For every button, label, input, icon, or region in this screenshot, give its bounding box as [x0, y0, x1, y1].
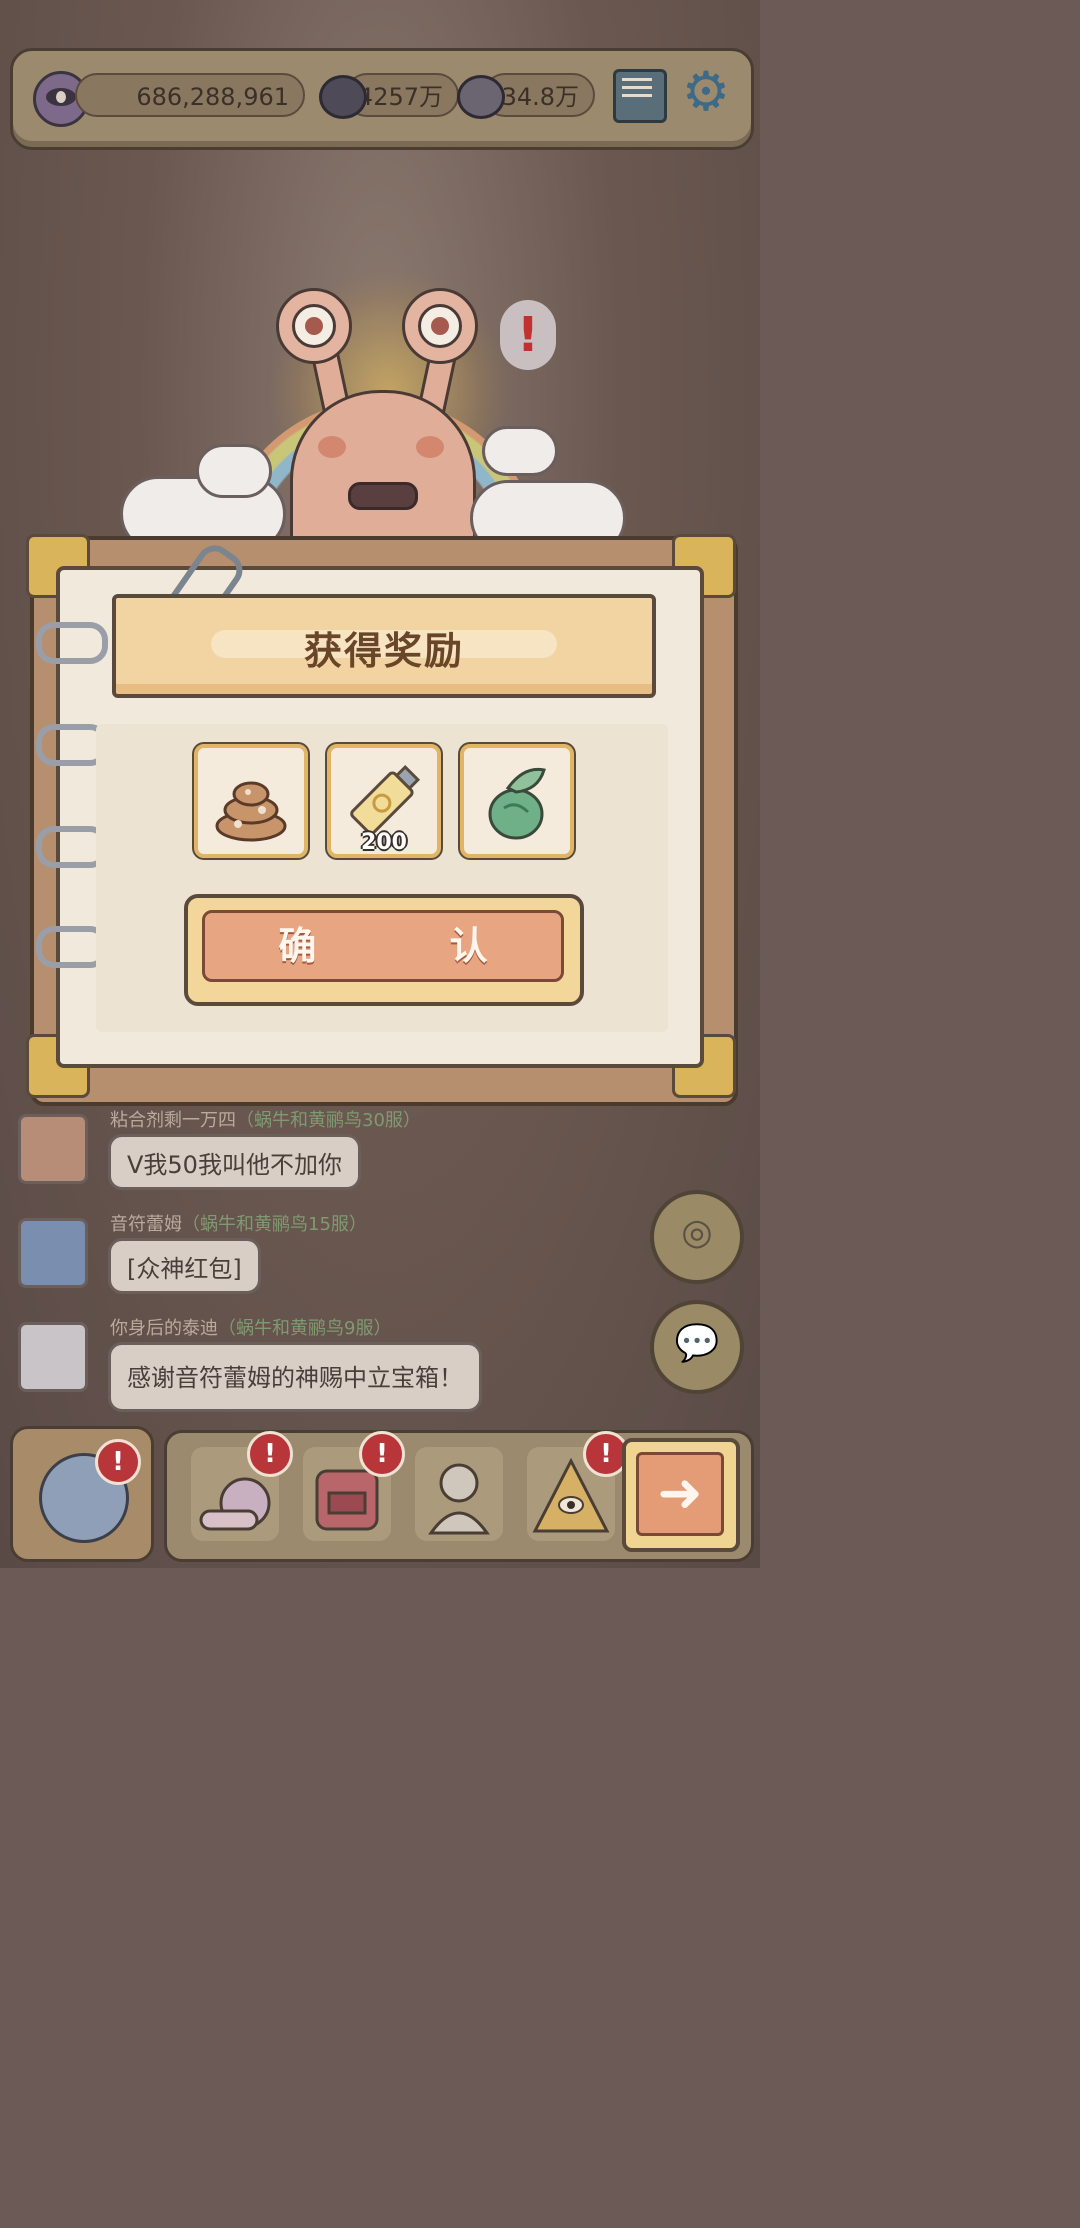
alert-badge: !: [247, 1431, 293, 1477]
reward-slot-1[interactable]: [194, 744, 308, 858]
chat-icon: 💬: [674, 1323, 720, 1364]
left-eye-icon: [276, 288, 352, 364]
small-cloud-left: [196, 444, 272, 498]
exclamation-bubble-icon: !: [500, 300, 556, 370]
reward-title-banner: 获得奖励: [112, 594, 656, 698]
chat-sender: 你身后的泰迪（蜗牛和黄鹂鸟9服）: [110, 1318, 392, 1339]
reward-title: 获得奖励: [303, 629, 464, 673]
target-icon: ◎: [681, 1212, 713, 1253]
chat-avatar[interactable]: [18, 1218, 88, 1288]
right-cheek: [416, 436, 444, 458]
chat-message[interactable]: [众神红包]: [108, 1238, 261, 1294]
left-cheek: [318, 436, 346, 458]
next-button[interactable]: ➜: [622, 1438, 740, 1552]
snail-mouth: [348, 482, 418, 510]
alert-badge: !: [359, 1431, 405, 1477]
arrow-right-icon: ➜: [636, 1452, 724, 1536]
views-counter: 686,288,961: [75, 73, 305, 117]
alert-badge: !: [95, 1439, 141, 1485]
snail-character: !: [110, 230, 650, 586]
right-eye-icon: [402, 288, 478, 364]
confirm-button-frame: 确 认: [184, 894, 584, 1006]
reward-slot-3[interactable]: [460, 744, 574, 858]
chat-message[interactable]: 感谢音符蕾姆的神赐中立宝箱！: [108, 1342, 482, 1412]
chat-message[interactable]: V我50我叫他不加你: [108, 1134, 361, 1190]
binder-ring: [36, 622, 108, 664]
small-cloud-right: [482, 426, 558, 476]
gray-bubble-icon: [319, 75, 367, 119]
top-resource-bar: 686,288,961 4257万 34.8万 ⚙: [10, 48, 754, 150]
statue-bust-icon: [428, 1463, 490, 1535]
portal-button[interactable]: !: [10, 1426, 154, 1562]
nav-statue[interactable]: [415, 1447, 503, 1541]
chat-sender: 音符蕾姆（蜗牛和黄鹂鸟15服）: [110, 1214, 367, 1235]
green-gourd-icon: [488, 767, 546, 840]
reward-slot-2[interactable]: 200: [327, 744, 441, 858]
chat-button[interactable]: 💬: [650, 1300, 744, 1394]
reward-count: 200: [361, 830, 407, 855]
confirm-button[interactable]: 确 认: [202, 910, 564, 982]
target-button[interactable]: ◎: [650, 1190, 744, 1284]
speech-bubble-icon: [457, 75, 505, 119]
chat-avatar[interactable]: [18, 1322, 88, 1392]
poop-icon: [215, 781, 287, 842]
nav-backpack[interactable]: !: [303, 1431, 405, 1541]
gear-icon[interactable]: ⚙: [679, 65, 733, 119]
nav-snail[interactable]: !: [191, 1431, 293, 1541]
chat-avatar[interactable]: [18, 1114, 88, 1184]
mail-icon[interactable]: [613, 69, 667, 123]
nav-pyramid[interactable]: !: [527, 1431, 629, 1541]
chat-sender: 粘合剂剩一万四（蜗牛和黄鹂鸟30服）: [110, 1110, 421, 1131]
